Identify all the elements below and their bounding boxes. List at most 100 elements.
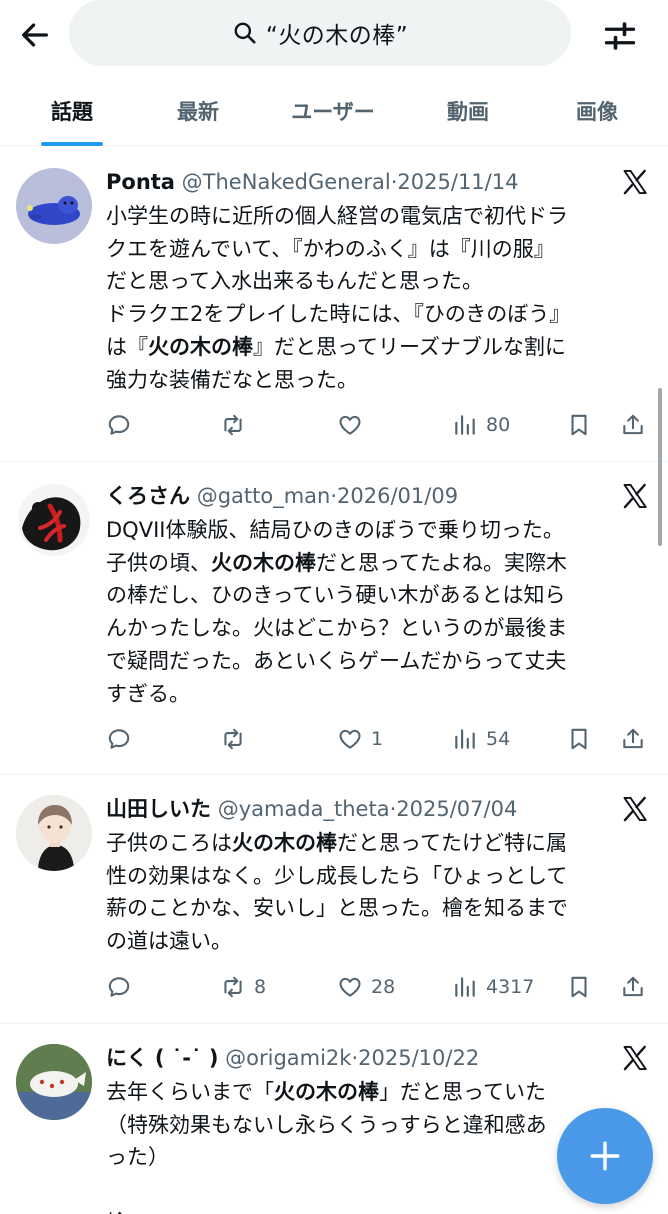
tab-images[interactable]: 画像 bbox=[530, 76, 664, 146]
x-logo-icon bbox=[623, 169, 647, 195]
bookmark-button[interactable] bbox=[566, 408, 592, 442]
author-name[interactable]: くろさん bbox=[106, 484, 190, 508]
post-actions: 8 28 4317 bbox=[106, 970, 656, 1004]
post-text-line: 子供のころは火の木の棒だと思ってたけど特に属 bbox=[106, 831, 567, 855]
post-text: 子供のころは火の木の棒だと思ってたけど特に属 性の効果はなく。少し成長したら「ひょ… bbox=[106, 827, 642, 958]
post-text: DQVII体験版、結局ひのきのぼうで乗り切った。 子供の頃、火の木の棒だと思ってた… bbox=[106, 514, 642, 710]
post[interactable]: Ponta @TheNakedGeneral·2025/11/14 小学生の時に… bbox=[0, 148, 668, 462]
author-handle[interactable]: @TheNakedGeneral bbox=[182, 170, 391, 194]
post-actions: 80 bbox=[106, 408, 656, 442]
post[interactable]: くろさん @gatto_man·2026/01/09 DQVII体験版、結局ひの… bbox=[0, 462, 668, 775]
share-icon bbox=[623, 976, 643, 997]
author-handle[interactable]: @yamada_theta bbox=[218, 797, 390, 821]
post-text-line: で疑問だった。あといくらゲームだからって丈夫 bbox=[106, 648, 567, 673]
post-text-line: の棒だし、ひのきっていう硬い木があるとは知ら bbox=[106, 583, 566, 608]
reply-icon bbox=[108, 415, 130, 435]
search-input[interactable]: “火の木の棒” bbox=[69, 0, 571, 66]
post-text-line: の道は遠い。 bbox=[106, 929, 232, 954]
avatar[interactable] bbox=[16, 482, 92, 558]
search-tabs: 話題 最新 ユーザー 動画 画像 bbox=[0, 76, 668, 146]
reply-icon bbox=[108, 729, 130, 749]
top-bar: “火の木の棒” bbox=[0, 0, 668, 76]
author-name[interactable]: Ponta bbox=[106, 170, 175, 194]
like-button[interactable]: 1 bbox=[337, 722, 383, 756]
post-text-line: 小学生の時に近所の個人経営の電気店で初代ドラ bbox=[106, 204, 568, 228]
search-icon bbox=[234, 22, 256, 44]
share-button[interactable] bbox=[620, 970, 646, 1004]
reply-button[interactable] bbox=[106, 408, 140, 442]
tab-people[interactable]: ユーザー bbox=[260, 76, 406, 146]
search-term-highlight: 火の木の棒 bbox=[211, 550, 316, 575]
reply-icon bbox=[108, 977, 130, 997]
x-logo-icon bbox=[623, 796, 647, 822]
repost-button[interactable] bbox=[220, 722, 254, 756]
author-name[interactable]: にく ( ˙-˙ ) bbox=[106, 1046, 218, 1070]
like-button[interactable] bbox=[337, 408, 371, 442]
bookmark-button[interactable] bbox=[566, 970, 592, 1004]
search-filter-button[interactable] bbox=[598, 14, 642, 58]
like-button[interactable]: 28 bbox=[337, 970, 395, 1004]
author-name[interactable]: 山田しいた bbox=[106, 797, 211, 821]
search-term-highlight: 火の木の棒 bbox=[232, 831, 337, 855]
post[interactable]: 山田しいた @yamada_theta·2025/07/04 子供のころは火の木… bbox=[0, 775, 668, 1024]
share-button[interactable] bbox=[620, 408, 646, 442]
view-count: 4317 bbox=[486, 976, 535, 998]
share-icon bbox=[623, 728, 643, 749]
filter-sliders-icon bbox=[604, 22, 636, 50]
search-results-feed: Ponta @TheNakedGeneral·2025/11/14 小学生の時に… bbox=[0, 148, 668, 1214]
views-button[interactable]: 4317 bbox=[452, 970, 534, 1004]
like-count: 28 bbox=[371, 976, 396, 998]
search-query: “火の木の棒” bbox=[265, 23, 409, 49]
share-button[interactable] bbox=[620, 722, 646, 756]
avatar[interactable] bbox=[16, 795, 92, 871]
active-tab-indicator bbox=[41, 142, 103, 146]
tab-label: 最新 bbox=[177, 100, 219, 124]
author-handle[interactable]: @origami2k bbox=[225, 1046, 351, 1070]
heart-icon bbox=[339, 977, 361, 997]
views-button[interactable]: 54 bbox=[452, 722, 510, 756]
views-button[interactable]: 80 bbox=[452, 408, 510, 442]
tab-top[interactable]: 話題 bbox=[8, 76, 136, 146]
post-header: 山田しいた @yamada_theta·2025/07/04 bbox=[106, 793, 626, 825]
tab-latest[interactable]: 最新 bbox=[136, 76, 260, 146]
post-date[interactable]: 2025/10/22 bbox=[358, 1046, 479, 1070]
repost-count: 8 bbox=[254, 976, 267, 998]
post-text-line: DQVII体験版、結局ひのきのぼうで乗り切った。 bbox=[106, 518, 564, 542]
compose-button[interactable] bbox=[557, 1108, 653, 1204]
search-term-highlight: 火の木の棒 bbox=[274, 1080, 379, 1104]
post-date[interactable]: 2025/11/14 bbox=[397, 170, 518, 194]
post-text-line: だと思って入水出来るもんだと思った。 bbox=[106, 269, 483, 294]
heart-icon bbox=[339, 415, 361, 435]
bookmark-icon bbox=[571, 976, 587, 998]
x-logo-icon bbox=[623, 1045, 647, 1071]
tab-label: 動画 bbox=[447, 100, 489, 124]
view-count: 80 bbox=[486, 414, 511, 436]
bookmark-icon bbox=[571, 728, 587, 750]
reply-button[interactable] bbox=[106, 970, 140, 1004]
heart-icon bbox=[339, 729, 361, 749]
scrollbar[interactable] bbox=[658, 388, 662, 546]
post-date[interactable]: 2026/01/09 bbox=[337, 484, 458, 508]
post-actions: 1 54 bbox=[106, 722, 656, 756]
post-text-line: 檜 bbox=[106, 1207, 642, 1214]
view-count: 54 bbox=[486, 728, 511, 750]
reply-button[interactable] bbox=[106, 722, 140, 756]
post-date[interactable]: 2025/07/04 bbox=[396, 797, 517, 821]
tab-videos[interactable]: 動画 bbox=[406, 76, 530, 146]
tab-label: 話題 bbox=[51, 100, 93, 124]
plus-icon bbox=[590, 1141, 620, 1171]
post-text-line: 薪のことかな、安いし」と思った。檜を知るまで bbox=[106, 896, 568, 921]
post-text-line: は『火の木の棒』だと思ってリーズナブルな割に bbox=[106, 334, 566, 359]
bookmark-button[interactable] bbox=[566, 722, 592, 756]
post-text-line: 強力な装備だなと思った。 bbox=[106, 367, 358, 392]
post-text-line: 性の効果はなく。少し成長したら「ひょっとして bbox=[106, 863, 568, 888]
author-handle[interactable]: @gatto_man bbox=[197, 484, 331, 508]
tab-label: 画像 bbox=[576, 100, 618, 124]
avatar[interactable] bbox=[16, 1044, 92, 1120]
avatar[interactable] bbox=[16, 168, 92, 244]
views-chart-icon bbox=[455, 415, 475, 435]
share-icon bbox=[623, 414, 643, 435]
repost-button[interactable] bbox=[220, 408, 254, 442]
back-button[interactable] bbox=[14, 14, 56, 56]
repost-button[interactable]: 8 bbox=[220, 970, 266, 1004]
